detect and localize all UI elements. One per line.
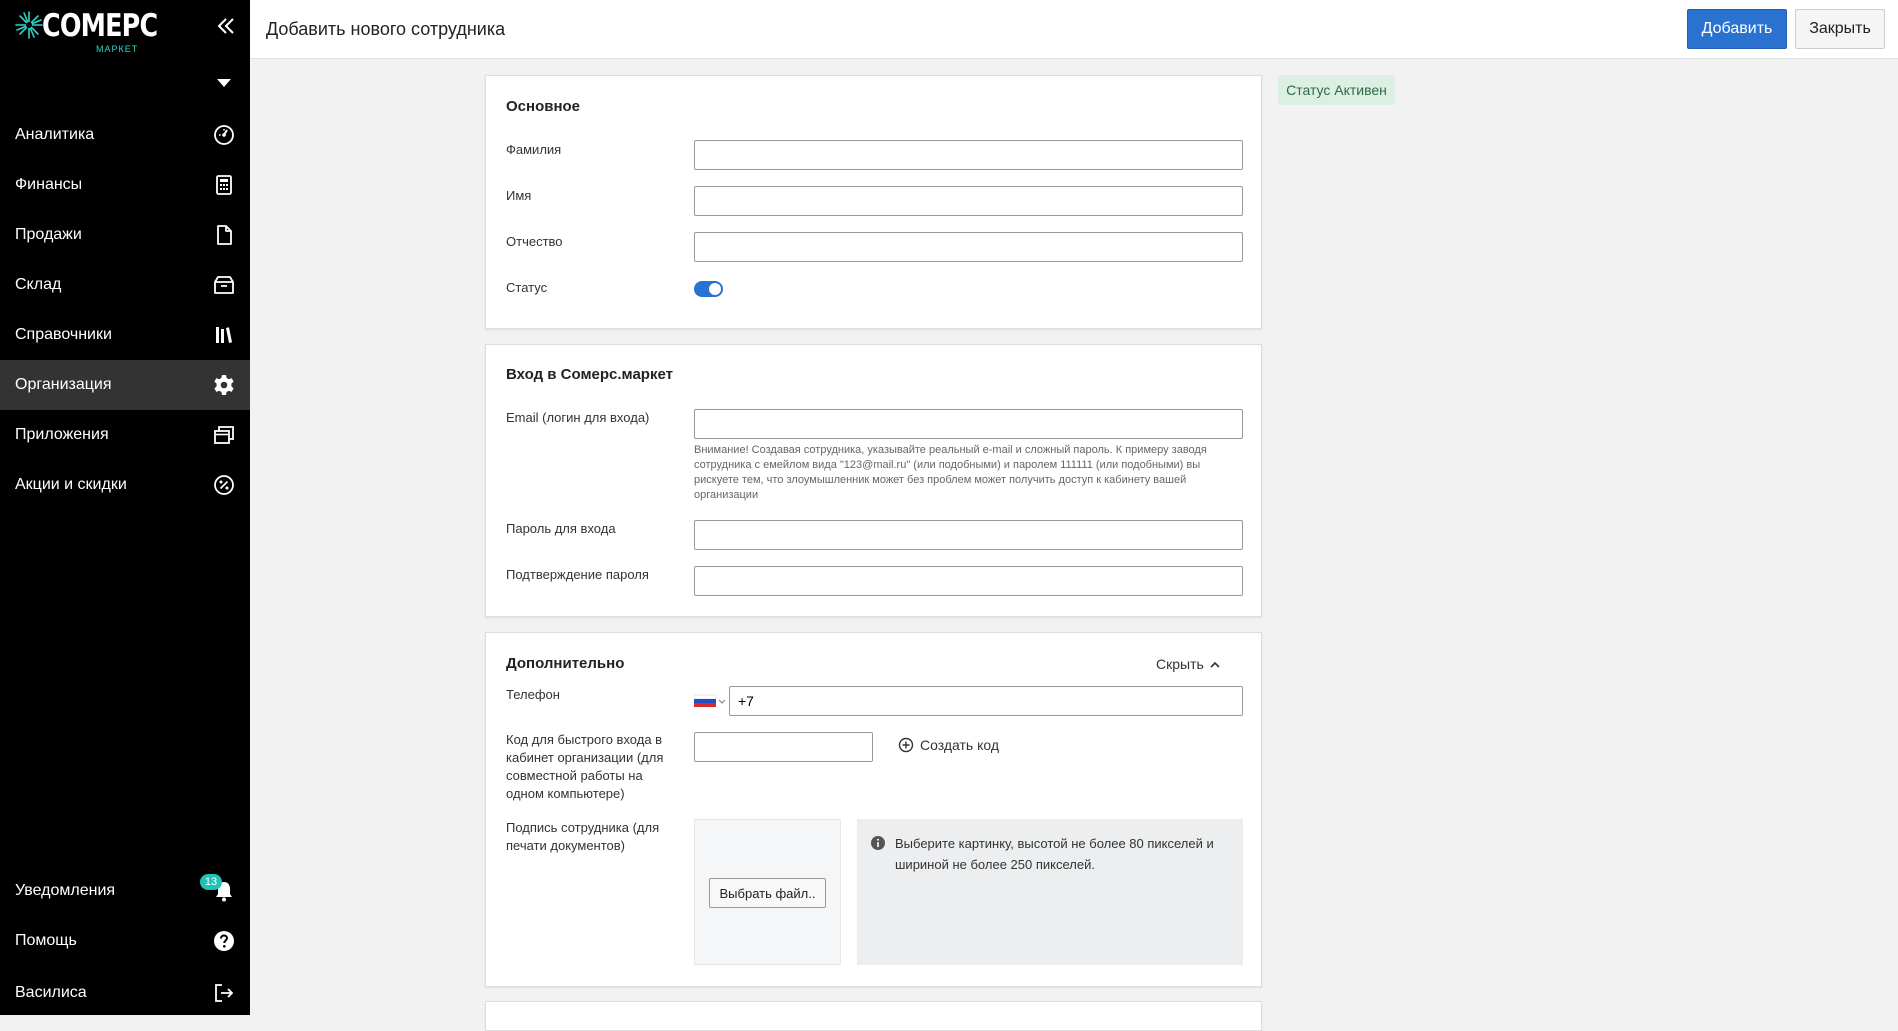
email-warning-hint: Внимание! Создавая сотрудника, указывайт… bbox=[694, 444, 1207, 501]
help-icon bbox=[214, 931, 234, 951]
password-label: Пароль для входа bbox=[506, 521, 616, 536]
russia-flag-icon[interactable] bbox=[694, 693, 726, 709]
sidebar-item-label: Аналитика bbox=[15, 126, 95, 143]
info-icon bbox=[871, 836, 885, 850]
sidebar-item-analytics[interactable]: Аналитика bbox=[0, 110, 250, 160]
windows-icon bbox=[214, 426, 234, 444]
sidebar-item-label: Помощь bbox=[15, 932, 77, 949]
confirm-password-input[interactable] bbox=[694, 566, 1243, 596]
sidebar-item-label: Склад bbox=[15, 276, 62, 293]
card-next bbox=[485, 1001, 1262, 1031]
card-login: Вход в Сомерс.маркет Email (логин для вх… bbox=[485, 344, 1262, 617]
close-button[interactable]: Закрыть bbox=[1795, 9, 1885, 49]
sidebar-item-organization[interactable]: Организация bbox=[0, 360, 250, 410]
sidebar-item-label: Продажи bbox=[15, 226, 82, 243]
first-name-label: Имя bbox=[506, 188, 532, 203]
create-code-button[interactable]: Создать код bbox=[898, 737, 999, 753]
logo-star-icon bbox=[15, 11, 43, 39]
user-name: Василиса bbox=[15, 984, 87, 1001]
quick-code-input[interactable] bbox=[694, 732, 873, 762]
logo-subtext: МАРКЕТ bbox=[96, 44, 139, 54]
hide-label: Скрыть bbox=[1156, 656, 1204, 672]
gear-icon bbox=[214, 375, 234, 395]
sidebar-item-label: Финансы bbox=[15, 176, 83, 193]
sidebar-item-user[interactable]: Василиса bbox=[0, 968, 250, 1018]
box-icon bbox=[214, 276, 234, 294]
status-label: Статус bbox=[506, 280, 548, 295]
sidebar-item-sales[interactable]: Продажи bbox=[0, 210, 250, 260]
create-code-label: Создать код bbox=[920, 737, 1000, 753]
sidebar-item-warehouse[interactable]: Склад bbox=[0, 260, 250, 310]
email-input[interactable] bbox=[694, 409, 1243, 439]
books-icon bbox=[216, 327, 232, 343]
dashboard-icon bbox=[214, 125, 234, 145]
info-text: Выберите картинку, высотой не более 80 п… bbox=[895, 836, 1214, 872]
signature-label: Подпись сотрудника (для печати документо… bbox=[506, 820, 660, 853]
sidebar-item-finance[interactable]: Финансы bbox=[0, 160, 250, 210]
sidebar-item-apps[interactable]: Приложения bbox=[0, 410, 250, 460]
status-toggle[interactable] bbox=[694, 281, 723, 297]
sidebar-item-directories[interactable]: Справочники bbox=[0, 310, 250, 360]
notification-badge: 13 bbox=[200, 874, 222, 890]
caret-down-icon[interactable] bbox=[214, 75, 234, 91]
page-title: Добавить нового сотрудника bbox=[266, 19, 506, 39]
section-title-basic: Основное bbox=[506, 98, 581, 115]
sidebar-item-notifications[interactable]: Уведомления 13 bbox=[0, 866, 250, 916]
percent-icon bbox=[214, 475, 234, 495]
add-button[interactable]: Добавить bbox=[1687, 9, 1787, 49]
logout-icon[interactable] bbox=[212, 981, 236, 1005]
sidebar-item-label: Справочники bbox=[15, 326, 112, 343]
hide-section-link[interactable]: Скрыть bbox=[1156, 656, 1222, 672]
plus-circle-icon bbox=[898, 737, 914, 753]
sidebar-item-label: Организация bbox=[15, 376, 112, 393]
sidebar-item-help[interactable]: Помощь bbox=[0, 916, 250, 966]
phone-input[interactable] bbox=[729, 686, 1243, 716]
section-title-extra: Дополнительно bbox=[506, 655, 625, 672]
password-input[interactable] bbox=[694, 520, 1243, 550]
last-name-input[interactable] bbox=[694, 140, 1243, 170]
middle-name-label: Отчество bbox=[506, 234, 563, 249]
calculator-icon bbox=[216, 175, 232, 195]
choose-file-button[interactable]: Выбрать файл.. bbox=[709, 878, 826, 908]
last-name-label: Фамилия bbox=[506, 142, 562, 157]
email-label: Email (логин для входа) bbox=[506, 410, 650, 425]
image-requirements-info: Выберите картинку, высотой не более 80 п… bbox=[857, 819, 1243, 965]
document-icon bbox=[217, 225, 232, 245]
sidebar-item-promotions[interactable]: Акции и скидки bbox=[0, 460, 250, 510]
middle-name-input[interactable] bbox=[694, 232, 1243, 262]
chevron-up-icon bbox=[1210, 662, 1220, 668]
header: Добавить нового сотрудника Добавить Закр… bbox=[250, 0, 1898, 59]
signature-upload-area[interactable]: Выбрать файл.. bbox=[694, 819, 841, 965]
phone-label: Телефон bbox=[506, 687, 560, 702]
quick-code-label: Код для быстрого входа в кабинет организ… bbox=[506, 732, 664, 801]
logo-text: СОМЕРС bbox=[42, 8, 158, 44]
status-badge: Статус Активен bbox=[1278, 75, 1395, 105]
card-extra: Дополнительно Скрыть Телефон Код для быс… bbox=[485, 632, 1262, 987]
sidebar-item-label: Приложения bbox=[15, 426, 109, 443]
first-name-input[interactable] bbox=[694, 186, 1243, 216]
toggle-knob bbox=[709, 283, 721, 295]
sidebar-item-label: Акции и скидки bbox=[15, 476, 127, 493]
confirm-password-label: Подтверждение пароля bbox=[506, 567, 649, 582]
section-title-login: Вход в Сомерс.маркет bbox=[506, 366, 673, 383]
card-basic: Основное Фамилия Имя Отчество Статус bbox=[485, 75, 1262, 329]
sidebar: СОМЕРС МАРКЕТ Аналитика Финансы Продажи bbox=[0, 0, 250, 1015]
sidebar-item-label: Уведомления bbox=[15, 882, 116, 899]
double-chevron-left-icon[interactable] bbox=[214, 14, 238, 38]
